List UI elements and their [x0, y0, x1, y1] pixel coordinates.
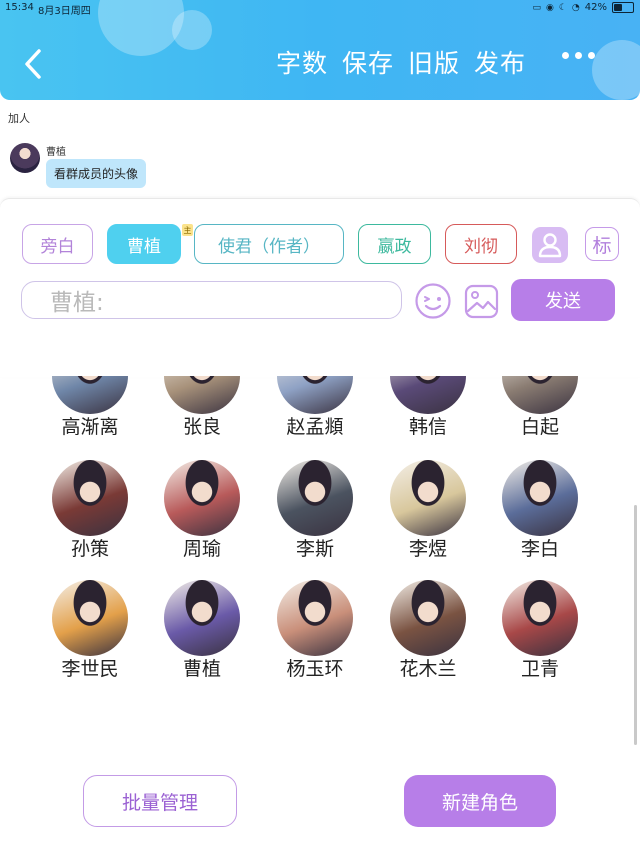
role-avatar [502, 376, 578, 414]
role-name: 曹植 [182, 658, 221, 680]
avatar[interactable] [10, 143, 40, 173]
role-card[interactable]: 李白 [490, 460, 590, 561]
role-tab-author[interactable]: 使君（作者） [194, 224, 344, 264]
role-avatar [390, 460, 466, 536]
message-sender: 曹植 [46, 147, 66, 158]
scrollbar[interactable] [634, 505, 637, 745]
role-name: 李煜 [408, 538, 447, 560]
role-card[interactable]: 卫青 [490, 580, 590, 681]
batch-manage-button[interactable]: 批量管理 [83, 775, 237, 827]
location-icon: ◉ [545, 2, 554, 13]
image-icon [464, 284, 499, 319]
role-tab-liuche[interactable]: 刘彻 [445, 224, 517, 264]
chevron-left-icon [25, 49, 41, 79]
status-date: 8月3日周四 [38, 6, 91, 17]
role-name: 高渐离 [61, 416, 119, 438]
role-avatar [52, 376, 128, 414]
role-avatar [502, 580, 578, 656]
screen-mirror-icon: ▭ [532, 2, 541, 13]
role-avatar [277, 580, 353, 656]
role-card[interactable]: 白起 [490, 376, 590, 439]
role-card[interactable]: 李斯 [265, 460, 365, 561]
more-dots-icon [588, 52, 595, 59]
role-manage-button[interactable] [532, 227, 568, 263]
decorative-bubble [592, 40, 640, 100]
status-time: 15:34 [5, 2, 34, 13]
role-avatar [390, 580, 466, 656]
status-bar: 15:34 8月3日周四 ▭ ◉ ☾ ◔ 42% [0, 0, 640, 17]
role-avatar [277, 460, 353, 536]
role-name: 赵孟頫 [286, 416, 344, 438]
role-avatar [277, 376, 353, 414]
message-input[interactable]: 曹植: [21, 281, 402, 319]
role-avatar [502, 460, 578, 536]
role-avatar [390, 376, 466, 414]
role-card[interactable]: 李世民 [40, 580, 140, 681]
emoji-icon [415, 283, 451, 319]
role-avatar [164, 460, 240, 536]
role-card[interactable]: 李煜 [378, 460, 478, 561]
role-name: 杨玉环 [286, 658, 344, 680]
role-card[interactable]: 周瑜 [152, 460, 252, 561]
message-bubble[interactable]: 看群成员的头像 [46, 159, 147, 188]
image-button[interactable] [464, 284, 499, 319]
role-card[interactable]: 韩信 [378, 376, 478, 439]
new-role-button[interactable]: 新建角色 [404, 775, 556, 827]
role-tab-narrator[interactable]: 旁白 [22, 224, 93, 264]
battery-icon [612, 2, 634, 13]
role-tab-yingzheng[interactable]: 嬴政 [358, 224, 431, 264]
role-card[interactable]: 高渐离 [40, 376, 140, 439]
old-version-button[interactable]: 旧版 [408, 46, 460, 82]
role-name: 白起 [520, 416, 559, 438]
more-dots-icon [562, 52, 569, 59]
send-button[interactable]: 发送 [511, 279, 615, 321]
back-button[interactable] [18, 46, 48, 82]
more-dots-icon [575, 52, 582, 59]
role-name: 李白 [520, 538, 559, 560]
battery-fill [614, 4, 622, 11]
tag-button[interactable]: 标 [585, 227, 619, 261]
role-name: 李斯 [295, 538, 334, 560]
role-avatar [164, 376, 240, 414]
role-name: 卫青 [520, 658, 559, 680]
wifi-icon: ◔ [571, 2, 580, 13]
role-avatar [164, 580, 240, 656]
role-card[interactable]: 花木兰 [378, 580, 478, 681]
role-card[interactable]: 曹植 [152, 580, 252, 681]
person-icon [538, 233, 562, 258]
more-button[interactable] [562, 52, 595, 59]
top-app-bar: 15:34 8月3日周四 ▭ ◉ ☾ ◔ 42% 字数 保存 旧版 发布 [0, 0, 640, 100]
role-name: 韩信 [408, 416, 447, 438]
role-name: 孙策 [70, 538, 109, 560]
role-avatar [52, 460, 128, 536]
role-grid: 高渐离 张良 赵孟頫 韩信 白起孙策 周瑜 李斯 李煜 李白李世民 曹植 杨玉环 花木兰 卫青 [0, 376, 640, 696]
role-name: 周瑜 [182, 538, 221, 560]
role-card[interactable]: 赵孟頫 [265, 376, 365, 439]
role-name: 张良 [182, 416, 221, 438]
role-tab-caozhi[interactable]: 曹植 [107, 224, 181, 264]
save-button[interactable]: 保存 [342, 46, 394, 82]
role-name: 花木兰 [399, 658, 457, 680]
role-card[interactable]: 孙策 [40, 460, 140, 561]
moon-icon: ☾ [558, 2, 567, 13]
owner-badge: 主 [182, 224, 193, 236]
system-notice: 加人 [8, 112, 30, 125]
role-card[interactable]: 杨玉环 [265, 580, 365, 681]
publish-button[interactable]: 发布 [474, 46, 526, 82]
role-avatar [52, 580, 128, 656]
battery-percent: 42% [584, 2, 607, 13]
decorative-bubble [172, 10, 212, 50]
word-count-button[interactable]: 字数 [276, 46, 328, 82]
status-right: ▭ ◉ ☾ ◔ 42% [532, 2, 634, 13]
role-name: 李世民 [61, 658, 119, 680]
emoji-button[interactable] [414, 282, 452, 320]
header-menu: 字数 保存 旧版 发布 [276, 46, 526, 82]
role-card[interactable]: 张良 [152, 376, 252, 439]
